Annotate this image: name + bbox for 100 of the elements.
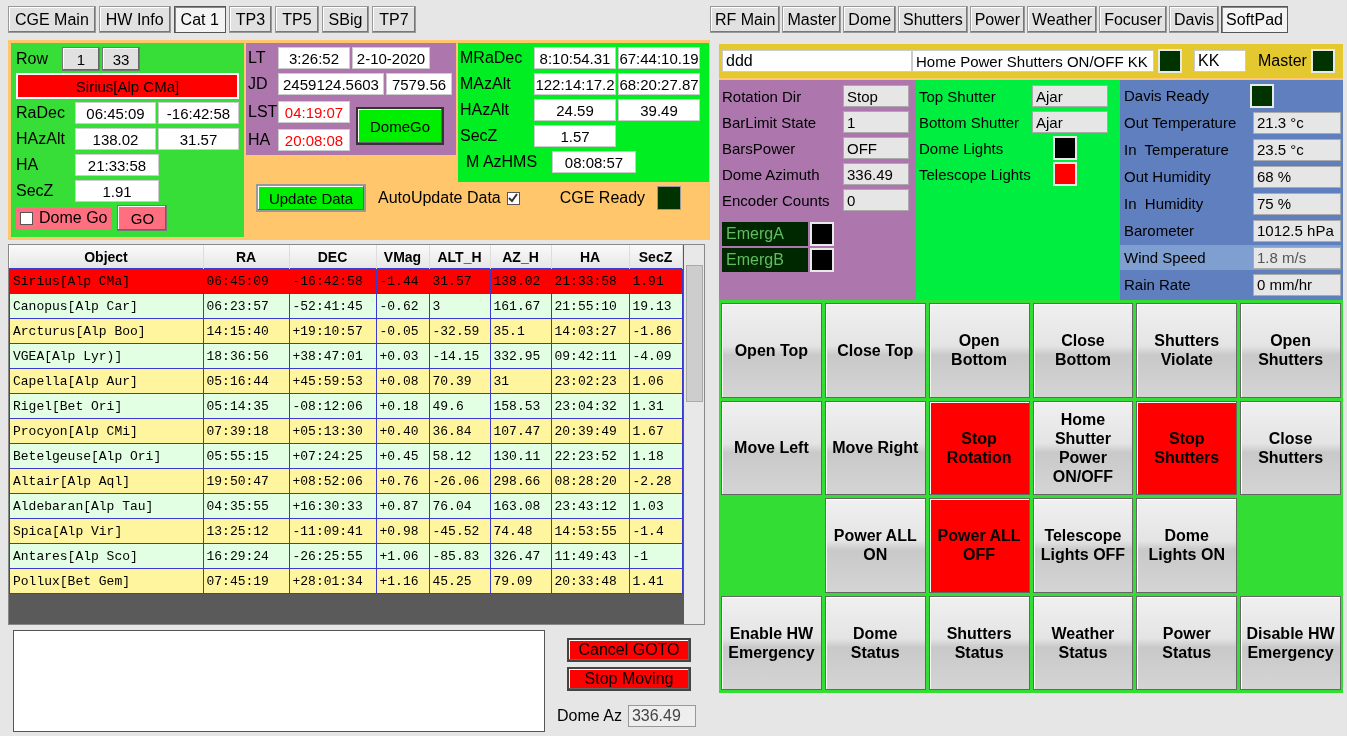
value-field[interactable]: 0 <box>843 189 909 211</box>
dome-az-field[interactable]: 336.49 <box>627 705 696 727</box>
tab[interactable]: HW Info <box>98 6 171 33</box>
value-field[interactable]: 21.3 °c <box>1253 111 1341 134</box>
pad-button[interactable]: Enable HW Emergency <box>721 595 822 690</box>
pad-button[interactable]: Shutters Violate <box>1136 303 1238 398</box>
value-field[interactable]: 68 % <box>1253 165 1341 188</box>
pad-button[interactable]: Dome Lights ON <box>1136 498 1238 593</box>
column-header[interactable]: VMag <box>376 245 429 269</box>
tab[interactable]: TP5 <box>275 6 319 33</box>
tab[interactable]: Cat 1 <box>173 6 226 33</box>
tab[interactable]: Shutters <box>898 6 968 33</box>
pad-button[interactable]: Move Right <box>824 400 926 495</box>
table-row[interactable]: Spica[Alp Vir] 13:25:12 -11:09:41 +0.98 -45.52 74.48 14:53:55 -1.4 <box>9 518 682 544</box>
row-button[interactable]: 1 <box>62 47 100 71</box>
pad-button[interactable]: Close Top <box>824 303 926 398</box>
value-field[interactable]: 2-10-2020 <box>352 47 430 69</box>
tab[interactable]: Focuser <box>1099 6 1167 33</box>
value-field[interactable]: 2459124.5603 <box>278 73 384 95</box>
table-row[interactable]: Arcturus[Alp Boo] 14:15:40 +19:10:57 -0.05 -32.59 35.1 14:03:27 -1.86 <box>9 318 682 344</box>
value-field[interactable]: 138.02 <box>75 128 156 150</box>
table-row[interactable]: Sirius[Alp CMa] 06:45:09 -16:42:58 -1.44 31.57 138.02 21:33:58 1.91 <box>9 268 682 294</box>
tab[interactable]: Master <box>782 6 842 33</box>
value-field[interactable]: 67:44:10.19 <box>618 47 700 69</box>
pad-button[interactable]: Power Status <box>1136 595 1238 690</box>
table-row[interactable]: Altair[Alp Aql] 19:50:47 +08:52:06 +0.76 -26.06 298.66 08:28:20 -2.28 <box>9 468 682 494</box>
pad-button[interactable]: Home Shutter Power ON/OFF <box>1032 400 1134 495</box>
dome-go-checkbox[interactable]: Dome Go <box>16 207 112 229</box>
pad-button[interactable]: Stop Shutters <box>1136 400 1238 495</box>
command-field[interactable]: Home Power Shutters ON/OFF KK <box>912 50 1154 72</box>
table-row[interactable]: Aldebaran[Alp Tau] 04:35:55 +16:30:33 +0.87 76.04 163.08 23:43:12 1.03 <box>9 493 682 519</box>
value-field[interactable]: 3:26:52 <box>278 47 350 69</box>
tab[interactable]: RF Main <box>710 6 781 33</box>
value-field[interactable]: 122:14:17.2 <box>534 73 616 95</box>
table-row[interactable]: Procyon[Alp CMi] 07:39:18 +05:13:30 +0.40 36.84 107.47 20:39:49 1.67 <box>9 418 682 444</box>
value-field[interactable]: 75 % <box>1253 192 1341 215</box>
pad-button[interactable]: Open Bottom <box>928 303 1030 398</box>
column-header[interactable]: ALT_H <box>429 245 490 269</box>
tab[interactable]: TP7 <box>372 6 416 33</box>
value-field[interactable]: 04:19:07 <box>278 101 350 123</box>
column-header[interactable]: HA <box>551 245 629 269</box>
tab[interactable]: Dome <box>843 6 897 33</box>
column-header[interactable]: DEC <box>289 245 376 269</box>
tab[interactable]: CGE Main <box>8 6 96 33</box>
pad-button[interactable]: Disable HW Emergency <box>1240 595 1341 690</box>
tab[interactable]: Power <box>969 6 1025 33</box>
update-data-button[interactable]: Update Data <box>256 184 366 212</box>
pad-button[interactable]: Move Left <box>721 400 822 495</box>
tab[interactable]: TP3 <box>228 6 273 33</box>
dome-go-button[interactable]: DomeGo <box>356 107 444 145</box>
stop-moving-button[interactable]: Stop Moving <box>567 667 691 691</box>
pad-button[interactable]: Open Top <box>721 303 822 398</box>
column-header[interactable]: AZ_H <box>490 245 551 269</box>
go-button[interactable]: GO <box>117 205 168 231</box>
value-field[interactable]: 1.8 m/s <box>1253 246 1341 269</box>
value-field[interactable]: 1.57 <box>534 125 616 147</box>
table-row[interactable]: Rigel[Bet Ori] 05:14:35 -08:12:06 +0.18 49.6 158.53 23:04:32 1.31 <box>9 393 682 419</box>
value-field[interactable]: 08:08:57 <box>552 151 636 173</box>
pad-button[interactable]: Close Bottom <box>1032 303 1134 398</box>
code-field[interactable]: KK <box>1194 50 1246 72</box>
value-field[interactable]: 24.59 <box>534 99 616 121</box>
tab[interactable]: SBig <box>321 6 370 33</box>
pad-button[interactable]: Power ALL OFF <box>928 498 1030 593</box>
log-area[interactable] <box>13 630 545 732</box>
value-field[interactable]: 21:33:58 <box>75 154 159 176</box>
column-header[interactable]: SecZ <box>629 245 682 269</box>
pad-button[interactable]: Telescope Lights OFF <box>1032 498 1134 593</box>
value-field[interactable]: 8:10:54.31 <box>534 47 616 69</box>
table-row[interactable]: Betelgeuse[Alp Ori] 05:55:15 +07:24:25 +0.45 58.12 130.11 22:23:52 1.18 <box>9 443 682 469</box>
value-field[interactable]: 336.49 <box>843 163 909 185</box>
value-field[interactable]: OFF <box>843 137 909 159</box>
name-field[interactable]: ddd <box>722 50 912 72</box>
auto-update-checkbox[interactable]: AutoUpdate Data <box>378 189 520 207</box>
value-field[interactable]: 0 mm/hr <box>1253 273 1341 296</box>
scrollbar[interactable] <box>684 245 704 624</box>
value-field[interactable]: Ajar <box>1032 85 1108 107</box>
cancel-goto-button[interactable]: Cancel GOTO <box>567 638 691 662</box>
value-field[interactable]: 7579.56 <box>386 73 452 95</box>
pad-button[interactable]: Stop Rotation <box>928 400 1030 495</box>
value-field[interactable]: 06:45:09 <box>75 102 156 124</box>
value-field[interactable]: -16:42:58 <box>158 102 239 124</box>
column-header[interactable]: RA <box>203 245 289 269</box>
table-row[interactable]: Antares[Alp Sco] 16:29:24 -26:25:55 +1.06 -85.83 326.47 11:49:43 -1 <box>9 543 682 569</box>
value-field[interactable]: 31.57 <box>158 128 239 150</box>
value-field[interactable]: 20:08:08 <box>278 129 350 151</box>
pad-button[interactable]: Power ALL ON <box>824 498 926 593</box>
value-field[interactable]: Ajar <box>1032 111 1108 133</box>
value-field[interactable]: 1 <box>843 111 909 133</box>
table-row[interactable]: Capella[Alp Aur] 05:16:44 +45:59:53 +0.08 70.39 31 23:02:23 1.06 <box>9 368 682 394</box>
tab[interactable]: SoftPad <box>1221 6 1288 33</box>
value-field[interactable]: 23.5 °c <box>1253 138 1341 161</box>
tab[interactable]: Weather <box>1027 6 1098 33</box>
value-field[interactable]: 1.91 <box>75 180 159 202</box>
pad-button[interactable]: Dome Status <box>824 595 926 690</box>
pad-button[interactable]: Weather Status <box>1032 595 1134 690</box>
pad-button[interactable]: Shutters Status <box>928 595 1030 690</box>
column-header[interactable]: Object <box>9 245 203 269</box>
table-row[interactable]: VGEA[Alp Lyr)] 18:36:56 +38:47:01 +0.03 -14.15 332.95 09:42:11 -4.09 <box>9 343 682 369</box>
value-field[interactable]: Stop <box>843 85 909 107</box>
tab[interactable]: Davis <box>1169 6 1219 33</box>
